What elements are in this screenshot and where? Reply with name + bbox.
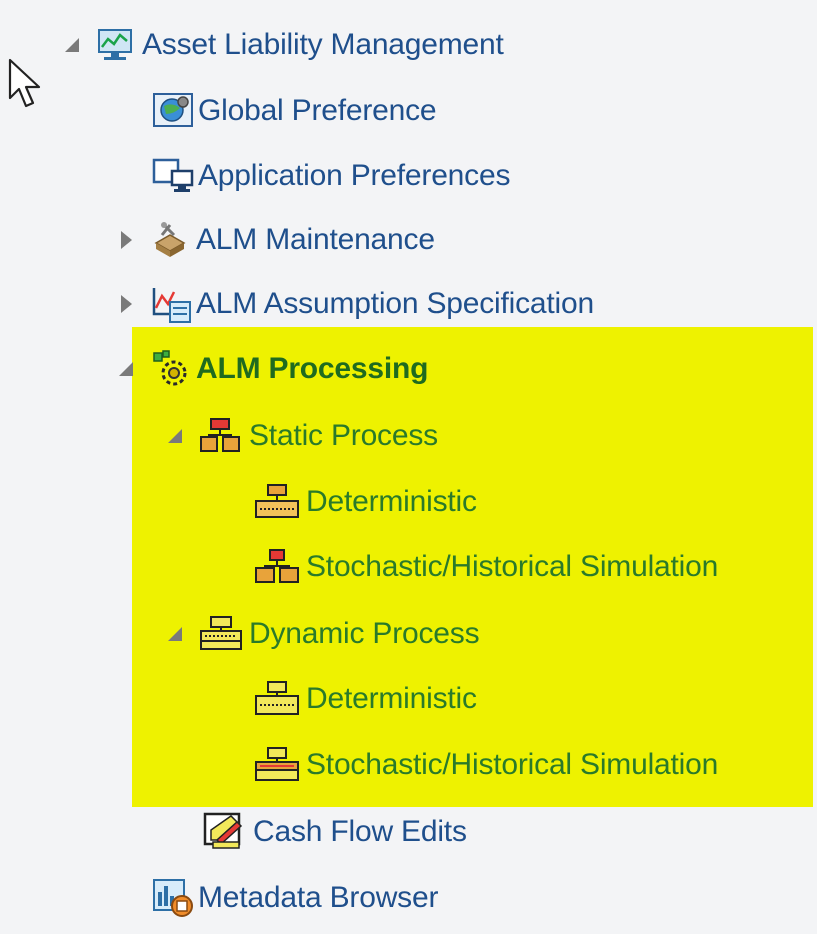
tree-node-alm-maintenance[interactable]: ALM Maintenance [116,212,435,268]
tree-node-dynamic-stochastic[interactable]: Stochastic/Historical Simulation [254,737,718,793]
metadata-browser-icon [152,878,198,918]
tree-node-label: Global Preference [198,94,437,127]
tree-node-asset-liability-management[interactable]: Asset Liability Management [62,17,504,73]
stochastic-icon [254,547,306,587]
expand-toggle[interactable] [116,230,136,250]
tree-node-static-stochastic[interactable]: Stochastic/Historical Simulation [254,539,718,595]
tree-node-static-deterministic[interactable]: Deterministic [254,474,477,530]
tree-node-label: ALM Processing [196,352,429,385]
tree-node-label: Metadata Browser [198,881,439,914]
tree-node-label: Asset Liability Management [142,28,504,61]
tree-node-label: ALM Maintenance [196,223,435,256]
application-preferences-icon [152,156,198,196]
expand-toggle[interactable] [116,294,136,314]
tree-node-label: Stochastic/Historical Simulation [306,748,719,781]
tree-node-dynamic-deterministic[interactable]: Deterministic [254,671,477,727]
expand-toggle[interactable] [62,35,82,55]
tree-node-label: Stochastic/Historical Simulation [306,550,719,583]
alm-chart-icon [96,25,142,65]
mouse-cursor-icon [8,58,41,108]
assumption-icon [150,284,196,324]
tree-node-global-preference[interactable]: Global Preference [152,83,437,139]
maintenance-icon [150,220,196,260]
cash-flow-edits-icon [203,812,253,852]
tree-node-label: ALM Assumption Specification [196,287,594,320]
tree-node-label: Cash Flow Edits [253,815,467,848]
expand-toggle[interactable] [116,359,136,379]
deterministic-icon [254,482,306,522]
tree-node-metadata-browser[interactable]: Metadata Browser [152,870,438,926]
tree-node-static-process[interactable]: Static Process [165,408,438,464]
tree-node-label: Static Process [249,419,438,452]
tree-node-label: Application Preferences [198,159,511,192]
deterministic-icon [254,679,306,719]
tree-node-alm-assumption-specification[interactable]: ALM Assumption Specification [116,276,594,332]
expand-toggle[interactable] [165,426,185,446]
processing-gear-icon [150,349,196,389]
tree-node-label: Deterministic [306,485,477,518]
globe-preference-icon [152,91,198,131]
tree-node-cash-flow-edits[interactable]: Cash Flow Edits [203,804,467,860]
stochastic-icon [254,745,306,785]
tree-node-alm-processing[interactable]: ALM Processing [116,341,428,397]
tree-node-label: Dynamic Process [249,617,480,650]
dynamic-process-icon [199,614,249,654]
tree-node-label: Deterministic [306,682,477,715]
tree-node-application-preferences[interactable]: Application Preferences [152,148,510,204]
static-process-icon [199,416,249,456]
tree-node-dynamic-process[interactable]: Dynamic Process [165,606,480,662]
expand-toggle[interactable] [165,624,185,644]
